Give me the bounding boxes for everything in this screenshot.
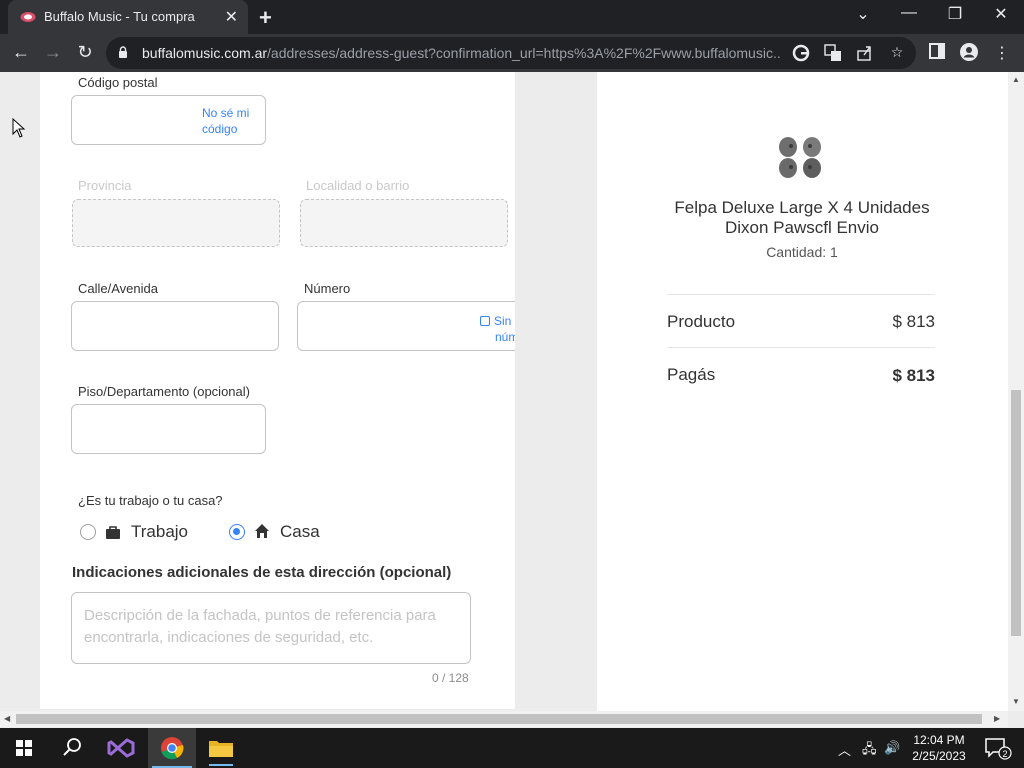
work-or-home-question: ¿Es tu trabajo o tu casa?	[78, 493, 223, 508]
scroll-down-arrow-icon[interactable]: ▼	[1012, 697, 1020, 706]
pagas-label: Pagás	[667, 365, 716, 384]
forward-icon[interactable]: →	[42, 42, 64, 63]
summary-divider	[667, 347, 935, 348]
search-icon[interactable]	[48, 728, 96, 768]
back-icon[interactable]: ←	[10, 42, 32, 63]
localidad-field	[300, 199, 508, 247]
tab-title: Buffalo Music - Tu compra	[44, 9, 195, 24]
buffalo-favicon-icon	[20, 12, 36, 22]
minimize-icon[interactable]: —	[894, 4, 924, 22]
postal-code-label: Código postal	[78, 75, 158, 90]
chrome-taskbar-icon[interactable]	[148, 728, 196, 768]
clock-time: 12:04 PM	[913, 733, 965, 747]
url-path: /addresses/address-guest?confirmation_ur…	[267, 45, 782, 61]
postal-code-input[interactable]	[72, 96, 192, 144]
radio-casa[interactable]	[229, 524, 245, 540]
page-viewport: Código postal No sé mi código Provincia …	[0, 72, 1008, 711]
provincia-label: Provincia	[78, 178, 132, 193]
product-quantity: Cantidad: 1	[766, 244, 838, 260]
windows-start-icon[interactable]	[0, 728, 48, 768]
address-bar[interactable]: buffalomusic.com.ar/addresses/address-gu…	[106, 37, 916, 69]
sin-numero-checkbox[interactable]: Sin núm	[480, 313, 515, 345]
network-icon[interactable]: 🖧	[862, 740, 877, 762]
lock-icon	[119, 46, 127, 58]
home-icon	[255, 524, 269, 538]
vertical-scrollbar[interactable]: ▲ ▼	[1008, 72, 1024, 711]
calle-label: Calle/Avenida	[78, 281, 158, 296]
tab-search-chevron-icon[interactable]: ⌄	[848, 4, 878, 24]
address-form: Código postal No sé mi código Provincia …	[40, 72, 515, 709]
tab-close-icon[interactable]: ✕	[225, 7, 238, 27]
no-se-codigo-line2: código	[202, 122, 238, 136]
provincia-field	[72, 199, 280, 247]
indicaciones-title: Indicaciones adicionales de esta direcci…	[72, 564, 452, 581]
numero-input[interactable]	[298, 302, 468, 350]
windows-taskbar: ︿ 🖧 🔊 12:04 PM 2/25/2023 2	[0, 728, 1024, 768]
url-host: buffalomusic.com.ar	[142, 45, 268, 61]
pagas-value: $ 813	[892, 366, 935, 385]
clock-date: 2/25/2023	[912, 749, 966, 763]
chrome-menu-icon[interactable]: ⋮	[991, 43, 1013, 63]
new-tab-icon[interactable]: +	[259, 5, 272, 31]
bookmark-star-icon[interactable]: ☆	[888, 44, 906, 62]
summary-divider	[667, 294, 935, 295]
mouse-cursor-icon	[12, 118, 26, 138]
piso-field[interactable]	[71, 404, 266, 454]
horizontal-scroll-thumb[interactable]	[16, 714, 982, 724]
vertical-scroll-thumb[interactable]	[1011, 390, 1021, 636]
google-lens-icon[interactable]	[792, 44, 810, 62]
piso-label: Piso/Departamento (opcional)	[78, 384, 250, 399]
numero-label: Número	[304, 281, 351, 296]
volume-icon[interactable]: 🔊	[884, 740, 900, 756]
scroll-up-arrow-icon[interactable]: ▲	[1012, 75, 1020, 84]
reload-icon[interactable]: ↻	[74, 42, 96, 63]
sin-numero-line2: núm	[495, 330, 515, 344]
briefcase-icon	[106, 526, 120, 539]
scroll-left-arrow-icon[interactable]: ◀	[4, 714, 10, 723]
product-felpa-image	[779, 137, 821, 178]
profile-icon[interactable]	[958, 43, 980, 66]
browser-toolbar: ← → ↻ buffalomusic.com.ar/addresses/addr…	[0, 34, 1024, 72]
visual-studio-icon[interactable]	[98, 728, 146, 768]
option-trabajo-label[interactable]: Trabajo	[131, 522, 188, 542]
side-panel-icon[interactable]	[926, 43, 948, 64]
browser-tab-bar: Buffalo Music - Tu compra ✕ + ⌄ — ❐ ✕	[0, 0, 1024, 34]
close-window-icon[interactable]: ✕	[986, 4, 1016, 24]
taskbar-clock[interactable]: 12:04 PM 2/25/2023	[902, 732, 976, 764]
browser-tab[interactable]: Buffalo Music - Tu compra ✕	[8, 0, 248, 34]
file-explorer-icon[interactable]	[197, 728, 245, 768]
share-icon[interactable]	[856, 44, 874, 62]
producto-value: $ 813	[892, 312, 935, 331]
calle-input[interactable]	[72, 302, 278, 350]
url-text: buffalomusic.com.ar/addresses/address-gu…	[142, 45, 782, 61]
option-casa-label[interactable]: Casa	[280, 522, 320, 542]
translate-icon[interactable]	[824, 44, 842, 62]
horizontal-scrollbar[interactable]: ◀ ▶	[0, 711, 1008, 727]
char-counter: 0 / 128	[432, 671, 469, 685]
order-summary: Felpa Deluxe Large X 4 Unidades Dixon Pa…	[597, 72, 1008, 711]
no-se-codigo-line1: No sé mi	[202, 106, 250, 120]
localidad-label: Localidad o barrio	[306, 178, 410, 193]
no-se-mi-codigo-link[interactable]: No sé mi código	[202, 105, 249, 137]
product-title: Felpa Deluxe Large X 4 Unidades Dixon Pa…	[674, 198, 930, 237]
sin-numero-line1: Sin	[494, 314, 512, 328]
notification-count: 2	[1002, 749, 1007, 759]
radio-trabajo[interactable]	[80, 524, 96, 540]
piso-input[interactable]	[72, 405, 265, 453]
restore-icon[interactable]: ❐	[940, 4, 970, 24]
producto-label: Producto	[667, 312, 736, 331]
notifications-icon[interactable]: 2	[984, 736, 1012, 763]
calle-field[interactable]	[71, 301, 279, 351]
indicaciones-textarea[interactable]: Descripción de la fachada, puntos de ref…	[71, 592, 471, 664]
tray-chevron-icon[interactable]: ︿	[838, 740, 851, 759]
sin-numero-checkbox-box[interactable]	[480, 316, 490, 326]
scroll-right-arrow-icon[interactable]: ▶	[994, 714, 1000, 723]
